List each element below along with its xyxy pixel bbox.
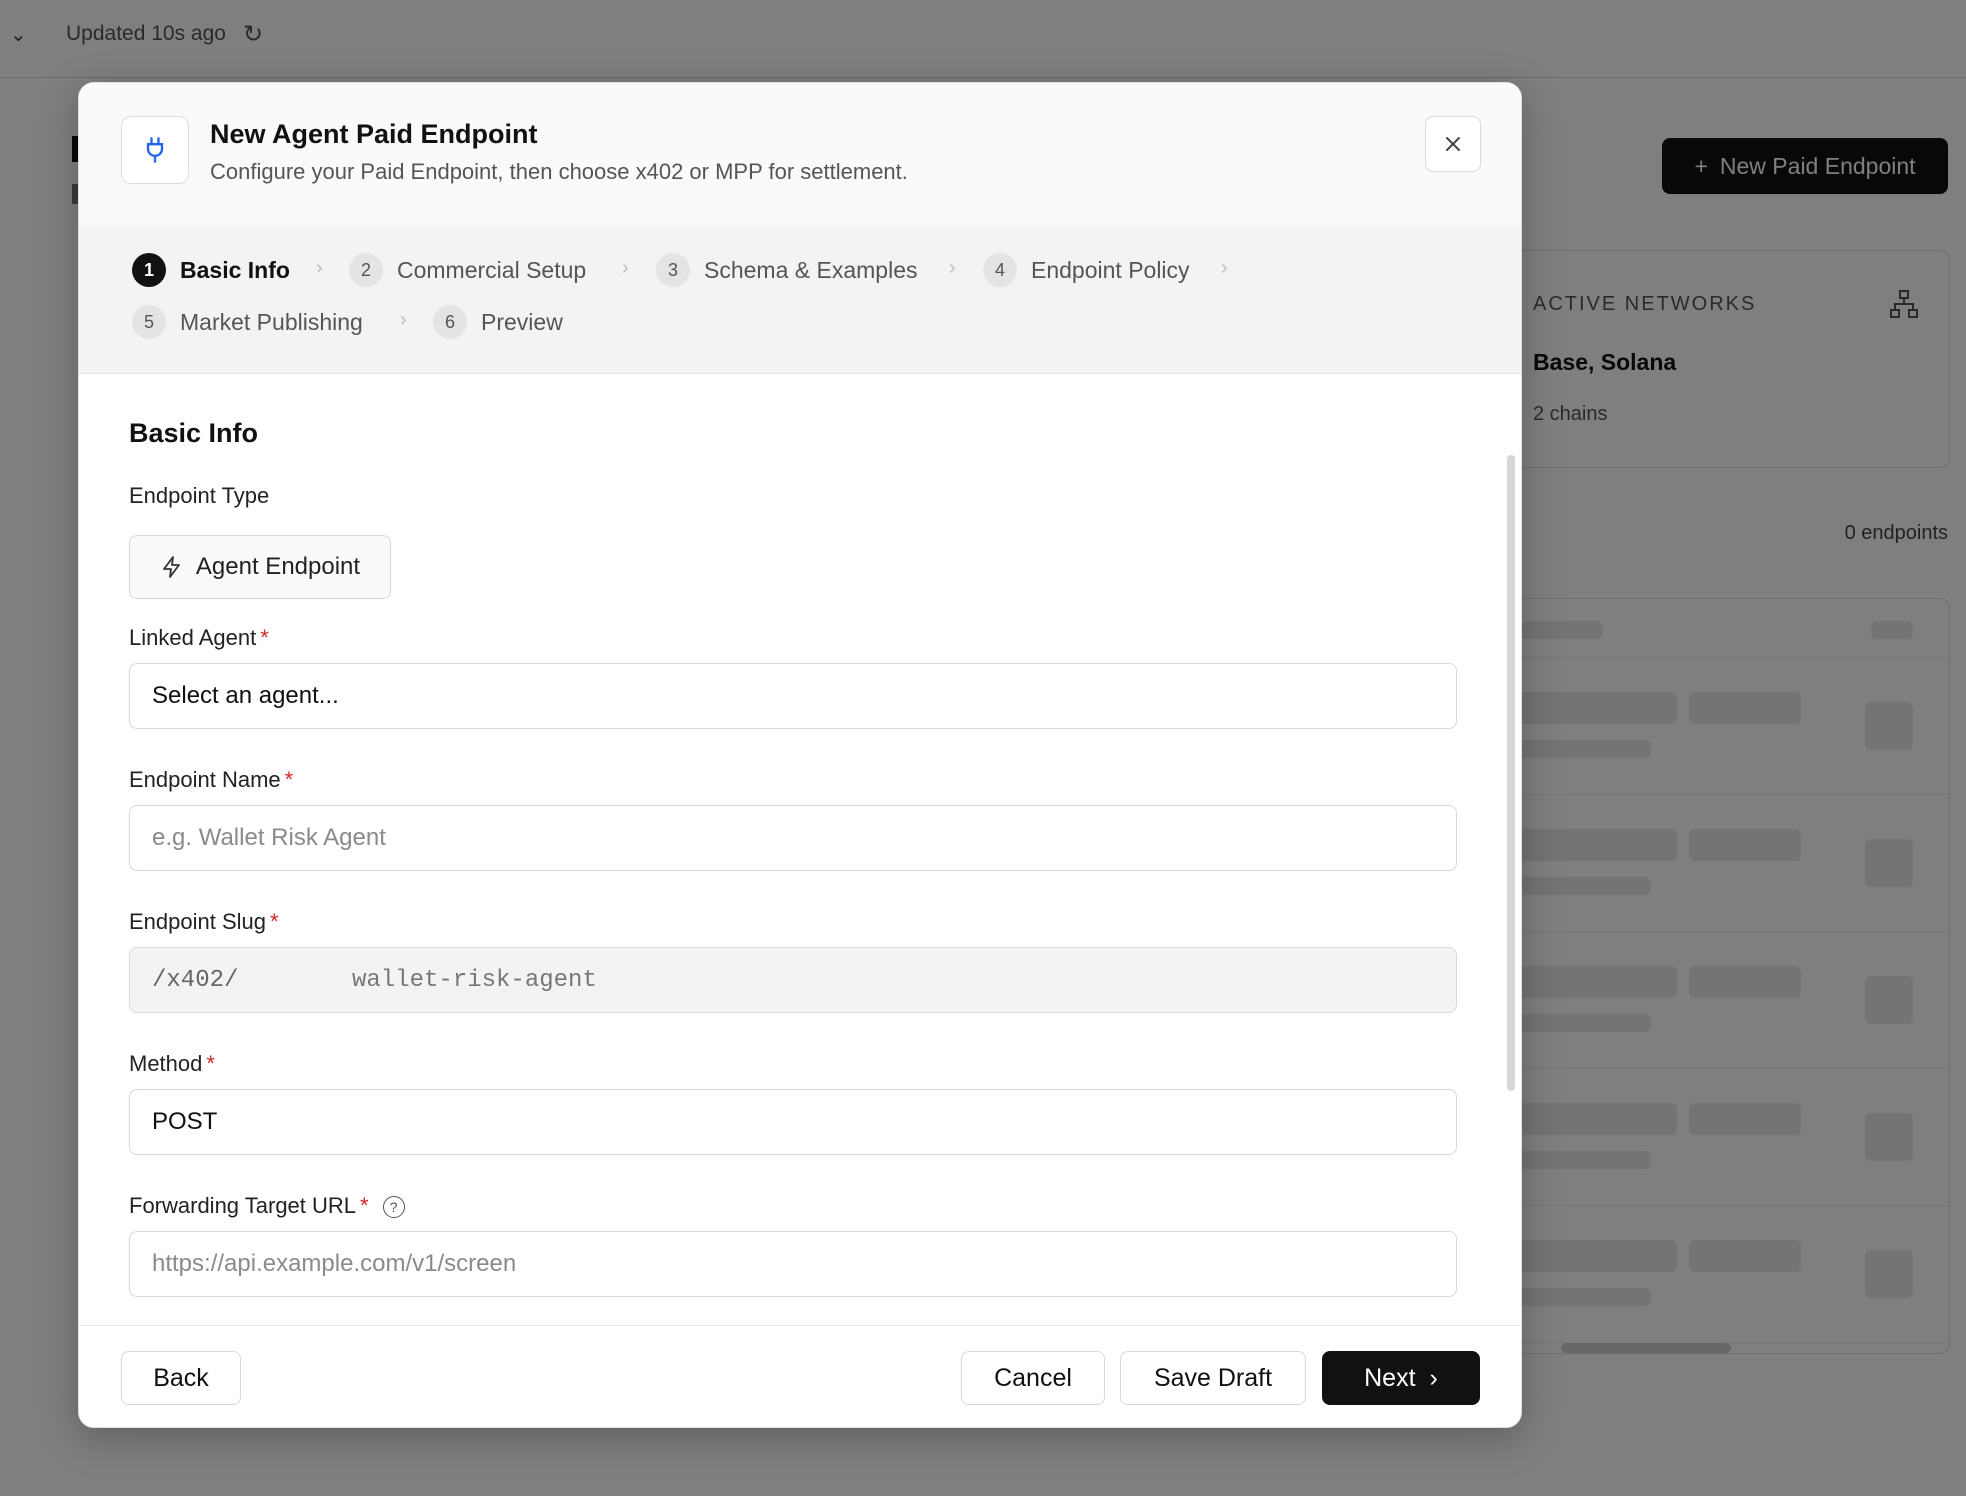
step-commercial-setup[interactable]: 2 Commercial Setup [349, 253, 586, 287]
next-button[interactable]: Next › [1322, 1351, 1480, 1405]
step-schema-examples[interactable]: 3 Schema & Examples [656, 253, 917, 287]
close-icon [1446, 137, 1460, 151]
endpoint-slug-label: Endpoint Slug * [129, 909, 279, 934]
dialog-scrollbar[interactable] [1507, 455, 1515, 1091]
forwarding-url-label: Forwarding Target URL *? [129, 1193, 405, 1219]
chevron-right-icon: › [622, 257, 629, 279]
new-endpoint-dialog: New Agent Paid Endpoint Configure your P… [78, 82, 1522, 1428]
endpoint-type-value: Agent Endpoint [195, 553, 361, 580]
step-label: Commercial Setup [397, 256, 587, 283]
close-button[interactable] [1425, 116, 1481, 172]
wizard-steps: 1 Basic Info › 2 Commercial Setup › 3 Sc… [79, 225, 1521, 374]
chevron-right-icon: › [1429, 1363, 1438, 1392]
endpoint-type-button[interactable]: Agent Endpoint [129, 535, 391, 599]
endpoint-type-label: Endpoint Type [129, 483, 270, 508]
plug-icon [121, 116, 189, 184]
next-label: Next [1364, 1363, 1416, 1392]
step-label: Market Publishing [180, 308, 363, 335]
endpoint-slug-input[interactable]: /x402/ wallet-risk-agent [129, 947, 1457, 1013]
linked-agent-select[interactable]: Select an agent... [129, 663, 1457, 729]
section-title: Basic Info [129, 418, 259, 448]
lightning-icon [163, 556, 180, 578]
step-label: Schema & Examples [704, 256, 918, 283]
cancel-button[interactable]: Cancel [961, 1351, 1105, 1405]
step-label: Basic Info [180, 256, 290, 283]
step-label: Preview [481, 308, 563, 335]
chevron-right-icon: › [316, 257, 323, 279]
step-endpoint-policy[interactable]: 4 Endpoint Policy [983, 253, 1190, 287]
step-preview[interactable]: 6 Preview [433, 305, 563, 339]
chevron-right-icon: › [400, 309, 407, 331]
dialog-footer: Back Cancel Save Draft Next › [79, 1325, 1521, 1427]
save-draft-button[interactable]: Save Draft [1120, 1351, 1306, 1405]
back-button[interactable]: Back [121, 1351, 241, 1405]
method-label: Method * [129, 1051, 215, 1076]
slug-placeholder: wallet-risk-agent [352, 966, 597, 994]
method-select[interactable]: POST [129, 1089, 1457, 1155]
dialog-title: New Agent Paid Endpoint [210, 119, 538, 149]
forwarding-url-input[interactable]: https://api.example.com/v1/screen [129, 1231, 1457, 1297]
step-label: Endpoint Policy [1031, 256, 1190, 283]
dialog-header: New Agent Paid Endpoint Configure your P… [79, 83, 1521, 226]
endpoint-name-label: Endpoint Name * [129, 767, 294, 792]
help-icon[interactable]: ? [382, 1196, 405, 1219]
slug-prefix: /x402/ [152, 966, 239, 994]
step-basic-info[interactable]: 1 Basic Info [132, 253, 290, 287]
linked-agent-label: Linked Agent * [129, 625, 269, 650]
dialog-body: Basic Info Endpoint Type Agent Endpoint … [79, 373, 1521, 1325]
step-market-publishing[interactable]: 5 Market Publishing [132, 305, 363, 339]
dialog-subtitle: Configure your Paid Endpoint, then choos… [210, 159, 908, 184]
chevron-right-icon: › [1221, 257, 1228, 279]
chevron-right-icon: › [949, 257, 956, 279]
endpoint-name-input[interactable]: e.g. Wallet Risk Agent [129, 805, 1457, 871]
